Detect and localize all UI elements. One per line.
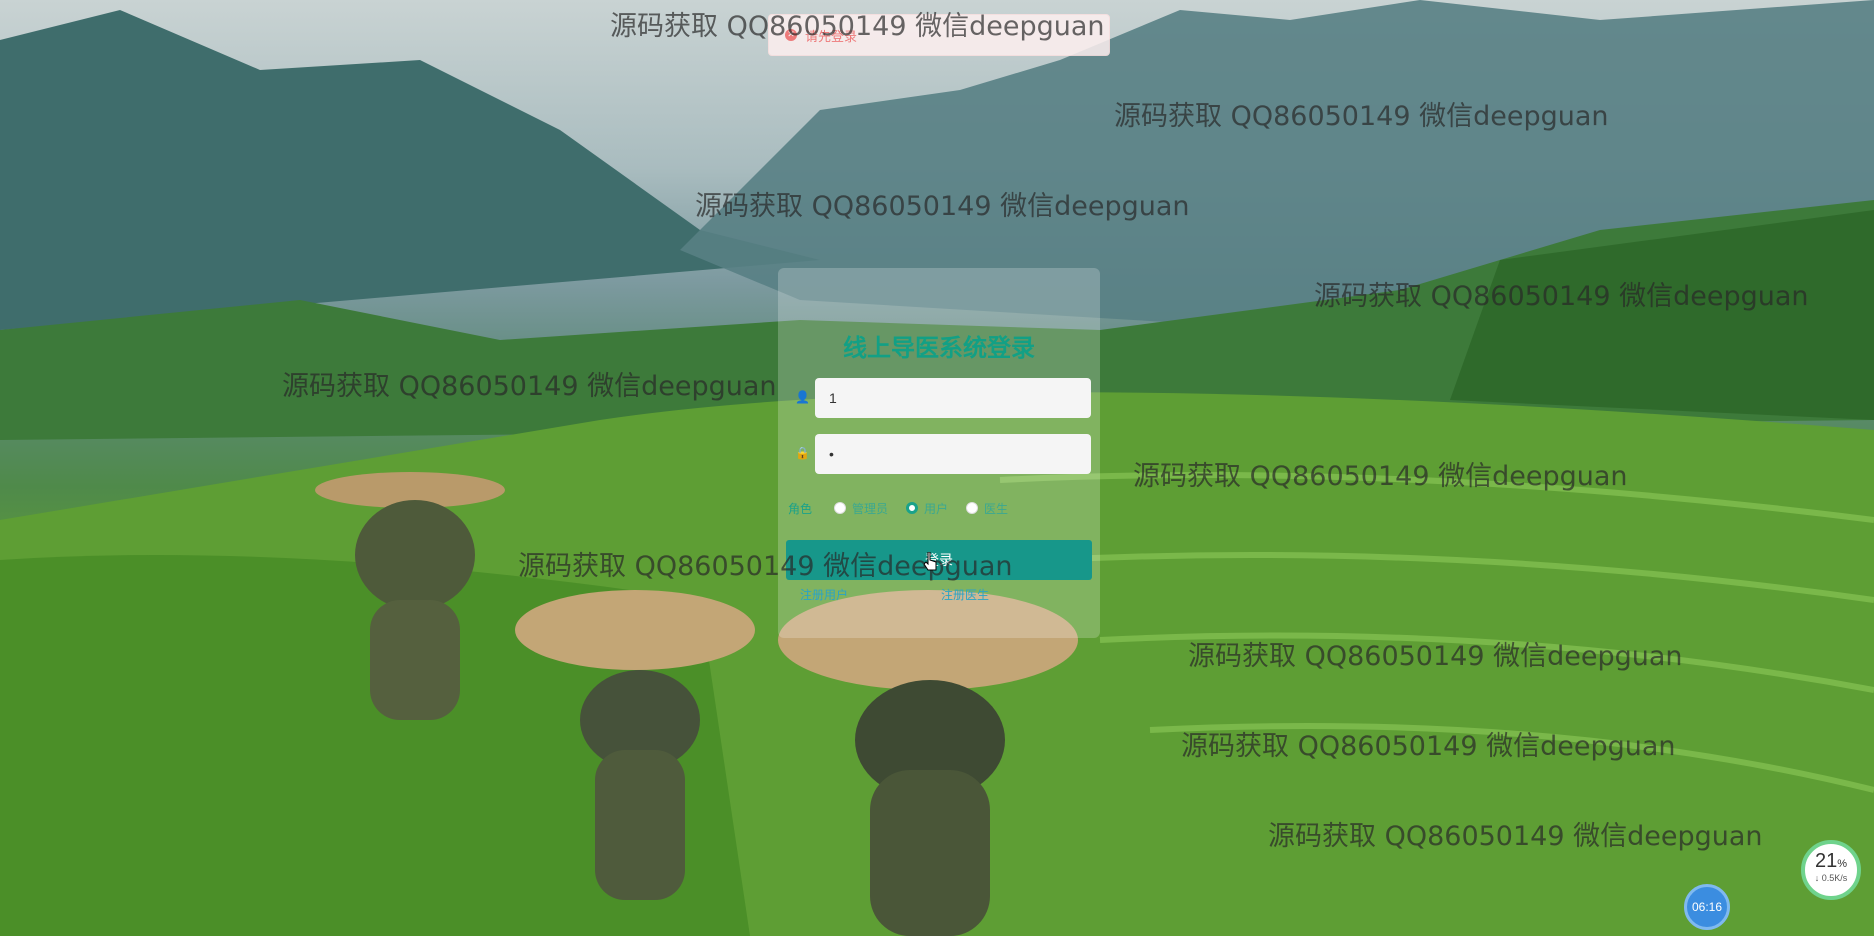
toast-message: 请先登录 (805, 29, 858, 45)
login-card: 线上导医系统登录 👤 🔒 角色 管理员 用户 医生 登录 注册用户 注册医生 (778, 268, 1100, 638)
login-button[interactable]: 登录 (786, 540, 1092, 580)
cpu-percent: 21 (1814, 850, 1838, 872)
lock-icon: 🔒 (795, 446, 810, 460)
role-selector: 角色 管理员 用户 医生 (788, 498, 1088, 518)
error-circle-icon: ✕ (785, 29, 797, 41)
role-option-doctor[interactable]: 医生 (966, 500, 1008, 517)
login-title: 线上导医系统登录 (843, 334, 1035, 362)
network-speed-widget[interactable]: 21% ↓ 0.5K/s (1801, 840, 1861, 900)
radio-admin[interactable] (834, 502, 847, 514)
role-option-user[interactable]: 用户 (906, 500, 948, 517)
hand-cursor-icon (924, 552, 937, 571)
radio-user[interactable] (906, 502, 919, 514)
user-icon: 👤 (795, 390, 810, 404)
role-label: 角色 (788, 501, 813, 516)
username-input[interactable] (815, 378, 1091, 418)
password-input[interactable] (815, 434, 1091, 474)
error-toast: ✕ 请先登录 (768, 14, 1110, 56)
register-user-link[interactable]: 注册用户 (800, 586, 848, 603)
clock-widget[interactable]: 06:16 (1684, 884, 1730, 930)
register-doctor-link[interactable]: 注册医生 (941, 586, 989, 603)
radio-doctor[interactable] (966, 502, 979, 514)
percent-sign: % (1837, 858, 1848, 870)
net-rate: ↓ 0.5K/s (1814, 873, 1848, 883)
role-option-admin[interactable]: 管理员 (834, 500, 888, 517)
